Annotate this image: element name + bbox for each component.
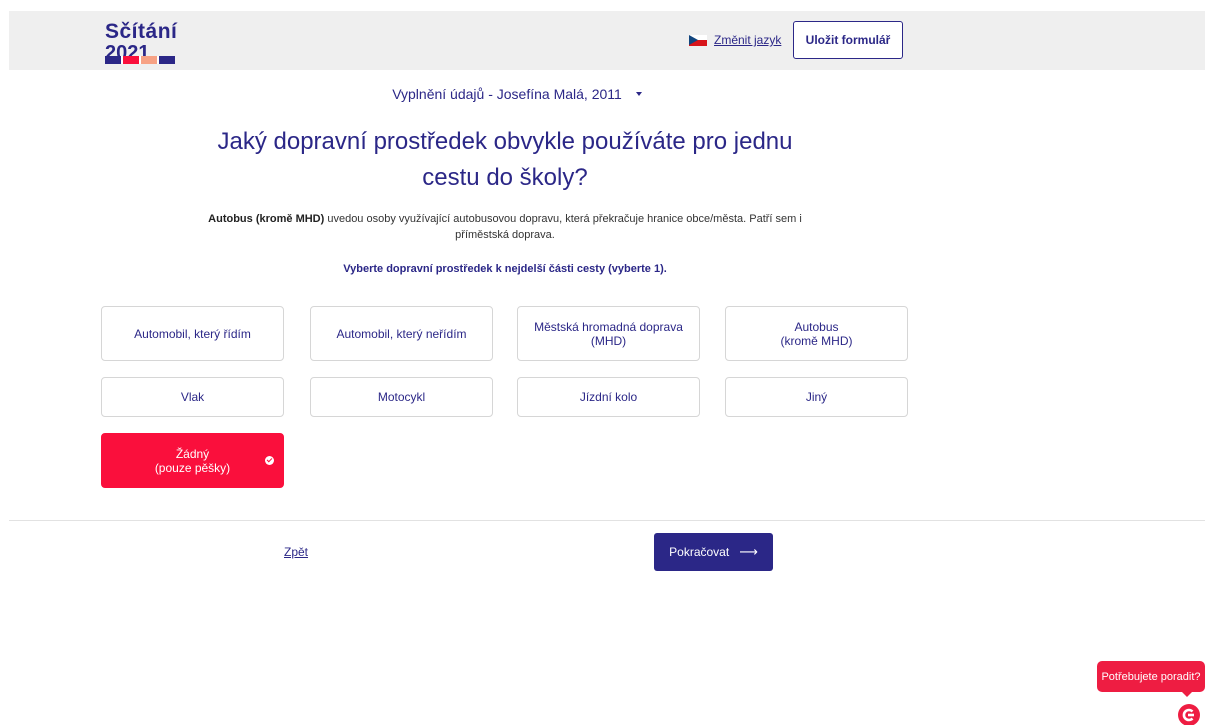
option-bus[interactable]: Autobus (kromě MHD) [725, 306, 908, 361]
option-label: Žádný (pouze pěšky) [154, 446, 231, 475]
help-tooltip[interactable]: Potřebujete poradit? [1097, 661, 1205, 697]
czech-flag-icon [689, 34, 707, 46]
note-emphasis: Autobus (kromě MHD) [208, 213, 325, 225]
option-other[interactable]: Jiný [725, 377, 908, 417]
question-note: Autobus (kromě MHD) uvedou osoby využíva… [195, 211, 815, 243]
selection-instruction: Vyberte dopravní prostředek k nejdelší č… [343, 263, 667, 275]
continue-label: Pokračovat [669, 545, 730, 559]
option-label: Autobus (kromě MHD) [780, 319, 853, 348]
change-language-link[interactable]: Změnit jazyk [714, 33, 781, 47]
header: Sčítání 2021 Změnit jazyk Uložit formulá… [9, 11, 1205, 70]
option-label: Městská hromadná doprava (MHD) [534, 319, 683, 348]
option-bicycle[interactable]: Jízdní kolo [517, 377, 700, 417]
option-label: Motocykl [377, 390, 426, 404]
back-link[interactable]: Zpět [284, 545, 308, 559]
chat-help-icon[interactable] [1177, 703, 1201, 725]
person-selector-label: Vyplnění údajů - Josefína Malá, 2011 [392, 86, 622, 102]
option-label: Jízdní kolo [579, 390, 638, 404]
option-label: Jiný [805, 390, 828, 404]
arrow-right-icon: ⟶ [739, 544, 758, 559]
option-label: Automobil, který neřídím [336, 326, 467, 341]
note-text: uvedou osoby využívající autobusovou dop… [324, 213, 802, 241]
divider [9, 520, 1205, 521]
question-title: Jaký dopravní prostředek obvykle používá… [217, 128, 793, 191]
logo-year-2021: 2021 [105, 42, 175, 64]
option-public-transport[interactable]: Městská hromadná doprava (MHD) [517, 306, 700, 361]
option-label: Automobil, který řídím [134, 326, 251, 341]
option-car-driver[interactable]: Automobil, který řídím [101, 306, 284, 361]
option-none-walking[interactable]: Žádný (pouze pěšky) [101, 433, 284, 488]
logo-title: Sčítání [105, 20, 178, 43]
option-motorcycle[interactable]: Motocykl [310, 377, 493, 417]
option-car-passenger[interactable]: Automobil, který neřídím [310, 306, 493, 361]
change-language[interactable]: Změnit jazyk [689, 33, 781, 47]
scitani-logo[interactable]: Sčítání 2021 [105, 20, 178, 65]
person-selector[interactable]: Vyplnění údajů - Josefína Malá, 2011 [0, 86, 1034, 102]
continue-button[interactable]: Pokračovat ⟶ [654, 533, 773, 571]
check-circle-icon [265, 456, 274, 465]
option-label: Vlak [180, 390, 205, 404]
option-train[interactable]: Vlak [101, 377, 284, 417]
save-form-button[interactable]: Uložit formulář [793, 21, 903, 59]
chevron-down-icon [635, 92, 642, 97]
